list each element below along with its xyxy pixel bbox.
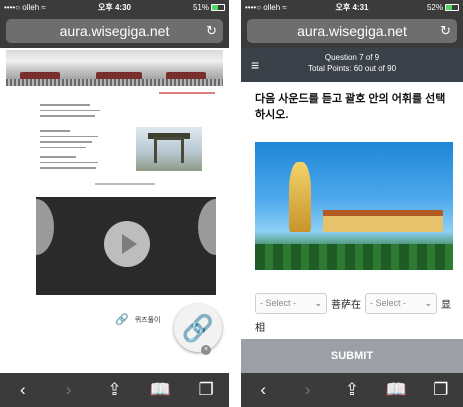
left-phone-screen: ••••○ olleh ≈ 오후 4:30 51% aura.wisegiga.… [0,0,229,407]
banner-caption [159,92,215,94]
answer-select-2[interactable]: - Select - ⌄ [365,293,437,314]
back-arrow-icon[interactable]: ‹ [8,380,38,400]
battery-percent: 51% [192,3,209,12]
chevron-down-icon: ⌄ [424,298,432,308]
quiz-instruction: 다음 사운드를 듣고 괄호 안의 어휘를 선택하시오. [255,93,446,121]
question-counter: Question 7 of 9 [324,53,380,62]
status-bar: ••••○ olleh ≈ 오후 4:30 51% [0,0,229,15]
banner-crowd [6,79,223,86]
tabs-icon[interactable]: ❐ [426,380,456,400]
battery-status: 52% [427,0,459,15]
gate-frame [154,137,184,163]
link-chain-icon: 🔗 [181,313,215,343]
select-value: - Select - [370,298,407,308]
battery-status: 51% [193,0,225,15]
trees-shape [255,244,453,270]
link-chain-icon: 🔗 [115,314,129,326]
article-text-block [40,104,100,121]
answer-select-1[interactable]: - Select - ⌄ [255,293,327,314]
bookmarks-icon[interactable]: 📖 [381,380,411,400]
url-text: aura.wisegiga.net [297,23,407,39]
photo-caption [95,183,155,185]
address-bar: aura.wisegiga.net ↻ [241,15,463,48]
total-points: Total Points: 60 out of 90 [307,64,397,73]
temple-shape [323,210,443,232]
chevron-down-icon: ⌄ [314,298,322,308]
battery-icon [211,4,225,11]
url-field[interactable]: aura.wisegiga.net ↻ [247,19,457,43]
golden-statue-photo [255,142,453,270]
share-icon[interactable]: ⇪ [337,380,367,400]
hamburger-menu-icon[interactable]: ≡ [251,58,259,72]
bookmarks-icon[interactable]: 📖 [145,380,175,400]
share-icon[interactable]: ⇪ [99,380,129,400]
url-field[interactable]: aura.wisegiga.net ↻ [6,19,223,43]
video-player[interactable] [36,197,216,295]
quiz-link-label: 퀴즈풀이 [134,316,161,324]
address-bar: aura.wisegiga.net ↻ [0,15,229,48]
battery-icon [445,4,459,11]
quiz-link[interactable]: 🔗 퀴즈풀이 [115,313,160,326]
browser-toolbar: ‹ › ⇪ 📖 ❐ [0,373,229,407]
sentence-fragment: 菩萨在 [331,300,361,311]
sentence-fragment: 显 [441,300,451,311]
battery-percent: 52% [426,3,443,12]
forward-arrow-icon[interactable]: › [54,380,84,400]
gate-photo [136,127,202,171]
play-icon[interactable] [104,221,150,267]
sentence-fragment: 相 [255,323,265,334]
screenshot-root: ••••○ olleh ≈ 오후 4:30 51% aura.wisegiga.… [0,0,463,407]
reload-icon[interactable]: ↻ [206,19,217,43]
quiz-header: ≡ Question 7 of 9 Total Points: 60 out o… [241,48,463,82]
answer-row: - Select - ⌄ 菩萨在 - Select - ⌄ 显 [255,293,455,314]
statue-shape [289,162,311,232]
video-prev-slide [36,199,54,255]
submit-button[interactable]: SUBMIT [241,339,463,374]
forward-arrow-icon[interactable]: › [293,380,323,400]
select-value: - Select - [260,298,297,308]
close-icon[interactable]: × [201,345,211,355]
tabs-icon[interactable]: ❐ [191,380,221,400]
right-phone-screen: ••••○ olleh ≈ 오후 4:31 52% aura.wisegiga.… [241,0,463,407]
temple-banner-image [6,50,223,86]
back-arrow-icon[interactable]: ‹ [248,380,278,400]
video-next-slide [198,199,216,255]
reload-icon[interactable]: ↻ [440,19,451,43]
status-bar: ••••○ olleh ≈ 오후 4:31 52% [241,0,463,15]
url-text: aura.wisegiga.net [59,23,170,39]
article-text-block [40,130,100,152]
article-text-block [40,156,100,173]
browser-toolbar: ‹ › ⇪ 📖 ❐ [241,373,463,407]
link-fab-button[interactable]: 🔗 [174,304,222,352]
